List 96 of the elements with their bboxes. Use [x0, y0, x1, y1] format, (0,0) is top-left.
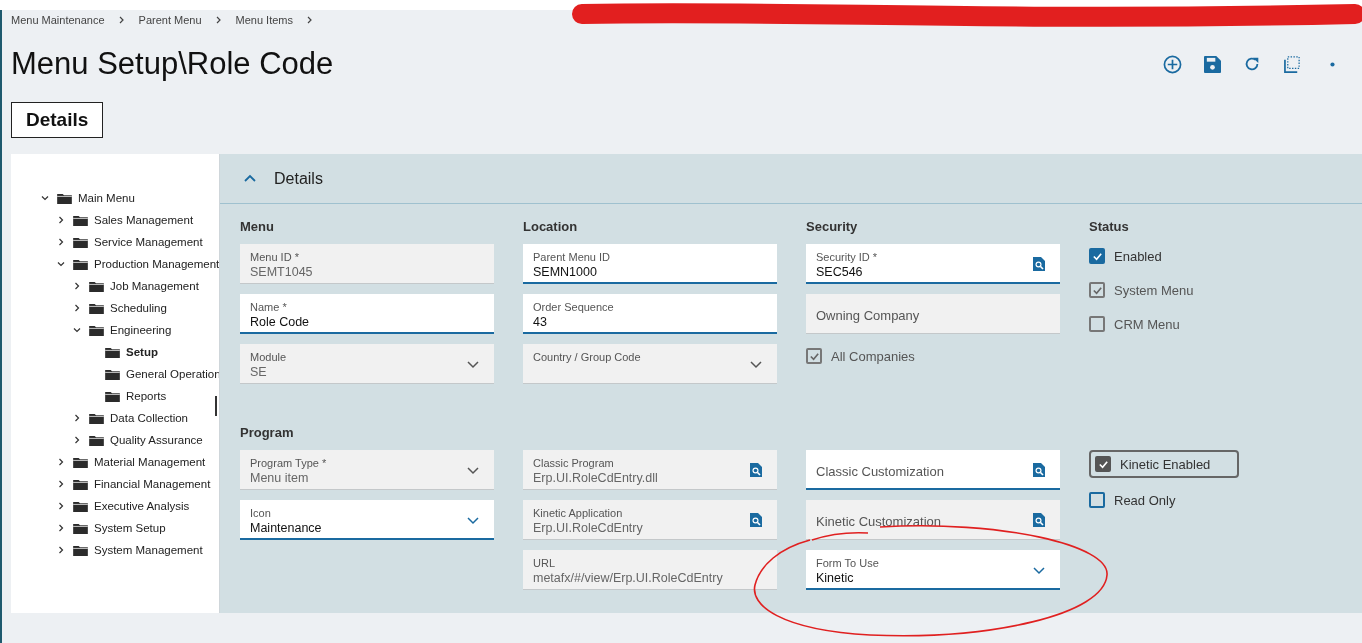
folder-icon: [105, 346, 120, 358]
input-field[interactable]: URL metafx/#/view/Erp.UI.RoleCdEntry: [523, 550, 777, 590]
tree-item[interactable]: Production Management: [73, 258, 219, 270]
dropdown-field[interactable]: Program Type * Menu item: [240, 450, 494, 490]
tree-item[interactable]: Service Management: [73, 236, 203, 248]
folder-icon: [73, 544, 88, 556]
tab[interactable]: Details: [11, 102, 104, 138]
refresh-icon: [1243, 55, 1261, 73]
checkmark-icon: [1097, 458, 1109, 470]
folder-icon: [73, 456, 88, 468]
folder-icon: [73, 500, 88, 512]
folder-icon: [89, 434, 104, 446]
folder-icon: [89, 412, 104, 424]
tree-item[interactable]: Material Management: [73, 456, 206, 468]
input-field[interactable]: Owning Company: [806, 294, 1060, 334]
checkbox[interactable]: Enabled: [1089, 244, 1343, 268]
input-field[interactable]: Classic Customization: [806, 450, 1060, 490]
tree-item[interactable]: Quality Assurance: [89, 434, 203, 446]
select-button[interactable]: [1281, 53, 1303, 75]
chevron-right-icon[interactable]: [57, 546, 65, 554]
checkbox[interactable]: Read Only: [1089, 488, 1343, 512]
chevron-right-icon[interactable]: [57, 238, 65, 246]
checkbox[interactable]: Kinetic Enabled: [1089, 450, 1239, 478]
add-button[interactable]: [1161, 53, 1183, 75]
chevron-right-icon[interactable]: [57, 480, 65, 488]
folder-icon: [89, 280, 104, 292]
chevron-right-icon[interactable]: [73, 436, 81, 444]
chevron-right-icon[interactable]: [57, 502, 65, 510]
search-icon[interactable]: [749, 463, 763, 477]
dropdown-field[interactable]: Form To Use Kinetic: [806, 550, 1060, 590]
dropdown-field[interactable]: Country / Group Code: [523, 344, 777, 384]
input-field[interactable]: Kinetic Customization: [806, 500, 1060, 540]
tree-item[interactable]: Main Menu: [57, 192, 135, 204]
folder-icon: [89, 324, 104, 336]
input-field[interactable]: Name * Role Code: [240, 294, 494, 334]
folder-icon: [89, 302, 104, 314]
splitter-handle[interactable]: [215, 396, 217, 416]
dropdown-field[interactable]: Icon Maintenance: [240, 500, 494, 540]
chevron-right-icon[interactable]: [73, 282, 81, 290]
save-icon: [1203, 55, 1221, 73]
chevron-right-icon[interactable]: [73, 304, 81, 312]
dot-icon: [1329, 61, 1335, 67]
folder-icon: [73, 478, 88, 490]
input-field[interactable]: Menu ID * SEMT1045: [240, 244, 494, 284]
checkmark-icon: [808, 350, 820, 362]
page-title: Menu Setup\Role Code: [11, 46, 334, 82]
section-heading: Menu: [240, 218, 275, 236]
tree-item[interactable]: Job Management: [89, 280, 199, 292]
folder-icon: [105, 390, 120, 402]
chevron-right-icon[interactable]: [57, 216, 65, 224]
chevron-down-icon[interactable]: [41, 194, 49, 202]
tree-item[interactable]: Reports: [105, 390, 167, 402]
folder-icon: [73, 258, 88, 270]
chevron-down-icon[interactable]: [57, 260, 65, 268]
hand-drawn-stroke: [811, 531, 869, 541]
tree-item[interactable]: Scheduling: [89, 302, 167, 314]
search-icon[interactable]: [1032, 513, 1046, 527]
folder-icon: [73, 522, 88, 534]
chevron-right-icon[interactable]: [57, 458, 65, 466]
breadcrumb-link[interactable]: Menu Maintenance: [11, 14, 105, 26]
tree-item[interactable]: Sales Management: [73, 214, 194, 226]
folder-icon: [105, 368, 120, 380]
chevron-right-icon[interactable]: [57, 524, 65, 532]
folder-icon: [73, 214, 88, 226]
breadcrumb-link[interactable]: Parent Menu: [138, 14, 202, 26]
input-field[interactable]: Security ID * SEC546: [806, 244, 1060, 284]
tree-item[interactable]: Financial Management: [73, 478, 211, 490]
checkmark-icon: [1091, 284, 1103, 296]
save-button[interactable]: [1201, 53, 1223, 75]
section-heading: Location: [523, 218, 579, 236]
chevron-right-icon[interactable]: [73, 414, 81, 422]
tree-item[interactable]: Setup: [105, 346, 158, 358]
input-field[interactable]: Kinetic Application Erp.UI.RoleCdEntry: [523, 500, 777, 540]
tree-item[interactable]: General Operation: [105, 368, 219, 380]
tree-item[interactable]: System Setup: [73, 522, 166, 534]
folder-icon: [73, 236, 88, 248]
tree-item[interactable]: Data Collection: [89, 412, 188, 424]
tree-item[interactable]: Engineering: [89, 324, 172, 336]
input-field[interactable]: Order Sequence 43: [523, 294, 777, 334]
plus-circle-icon: [1162, 54, 1182, 74]
folder-icon: [57, 192, 72, 204]
input-field[interactable]: Parent Menu ID SEMN1000: [523, 244, 777, 284]
search-icon[interactable]: [1032, 463, 1046, 477]
section-heading: Status: [1089, 218, 1130, 236]
tree-item[interactable]: Executive Analysis: [73, 500, 190, 512]
section-heading: Program: [240, 424, 295, 442]
search-icon[interactable]: [749, 513, 763, 527]
chevron-down-icon[interactable]: [73, 326, 81, 334]
dropdown-field[interactable]: Module SE: [240, 344, 494, 384]
input-field[interactable]: Classic Program Erp.UI.RoleCdEntry.dll: [523, 450, 777, 490]
checkmark-icon: [1091, 250, 1103, 262]
breadcrumb-link[interactable]: Menu Items: [235, 14, 293, 26]
selection-icon: [1283, 55, 1301, 73]
search-icon[interactable]: [1032, 257, 1046, 271]
tree-item[interactable]: System Management: [73, 544, 203, 556]
section-heading: Security: [806, 218, 859, 236]
